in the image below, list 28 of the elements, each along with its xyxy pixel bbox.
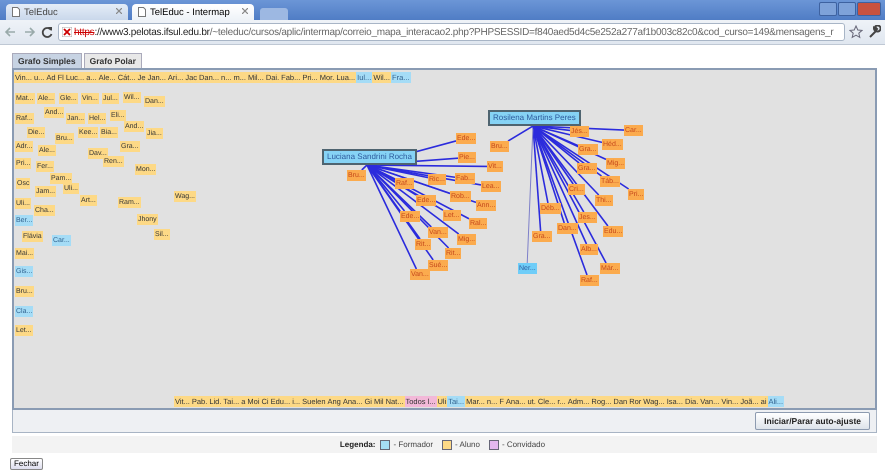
- close-button[interactable]: [857, 2, 881, 16]
- maximize-button[interactable]: [838, 2, 856, 16]
- minimize-button[interactable]: [819, 2, 837, 16]
- legend-label: - Convidado: [502, 440, 546, 449]
- wrench-icon[interactable]: [867, 25, 881, 39]
- tab-title: TelEduc: [24, 6, 58, 18]
- insecure-icon: [62, 27, 72, 37]
- page-icon: [138, 7, 146, 17]
- legend-title: Legenda:: [340, 440, 376, 449]
- browser-tab[interactable]: TelEduc - Intermap: [132, 4, 254, 20]
- back-icon[interactable]: [4, 25, 18, 39]
- tab-title: TelEduc - Intermap: [150, 6, 230, 18]
- close-button[interactable]: Fechar: [10, 458, 43, 470]
- browser-tab[interactable]: TelEduc: [6, 4, 128, 20]
- view-tab[interactable]: Grafo Simples: [12, 53, 82, 68]
- legend-label: - Formador: [393, 440, 434, 449]
- close-icon[interactable]: [242, 8, 248, 14]
- participant-node[interactable]: Rosilena Martins Peres: [488, 110, 581, 126]
- reload-icon[interactable]: [40, 25, 54, 39]
- close-icon[interactable]: [116, 8, 122, 14]
- view-tab[interactable]: Grafo Polar: [84, 53, 142, 68]
- url-text: https://www3.pelotas.ifsul.edu.br/~teleduc/cursos/aplic/intermap/correio_mapa_interacao2.php?PHPSESSID=f840aed5d4c5e252a277af1b003c82c0&cod_curso=149&mensagens_r: [74, 26, 834, 38]
- page-icon: [12, 7, 20, 17]
- auto-adjust-button[interactable]: Iniciar/Parar auto-ajuste: [755, 412, 870, 430]
- participant-node[interactable]: Luciana Sandrini Rocha: [322, 149, 417, 165]
- star-icon[interactable]: [849, 25, 863, 39]
- legend-label: - Aluno: [455, 440, 480, 449]
- address-field[interactable]: https://www3.pelotas.ifsul.edu.br/~teleduc/cursos/aplic/intermap/correio_mapa_interacao2.php?PHPSESSID=f840aed5d4c5e252a277af1b003c82c0&cod_curso=149&mensagens_r: [58, 23, 845, 41]
